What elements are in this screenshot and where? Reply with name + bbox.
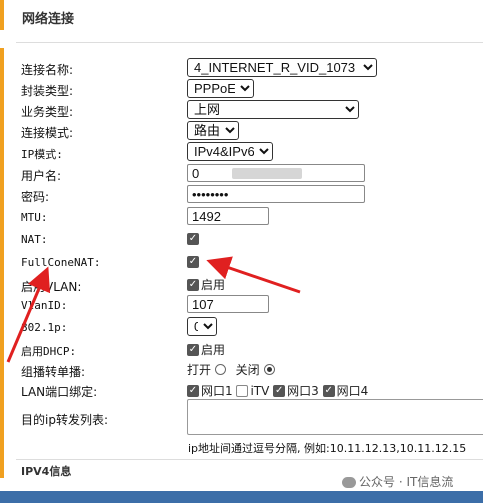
arrow-to-fullcone-checkbox [206,256,301,294]
annotation-arrows [6,256,301,363]
arrow-to-fullcone-label [6,266,51,363]
